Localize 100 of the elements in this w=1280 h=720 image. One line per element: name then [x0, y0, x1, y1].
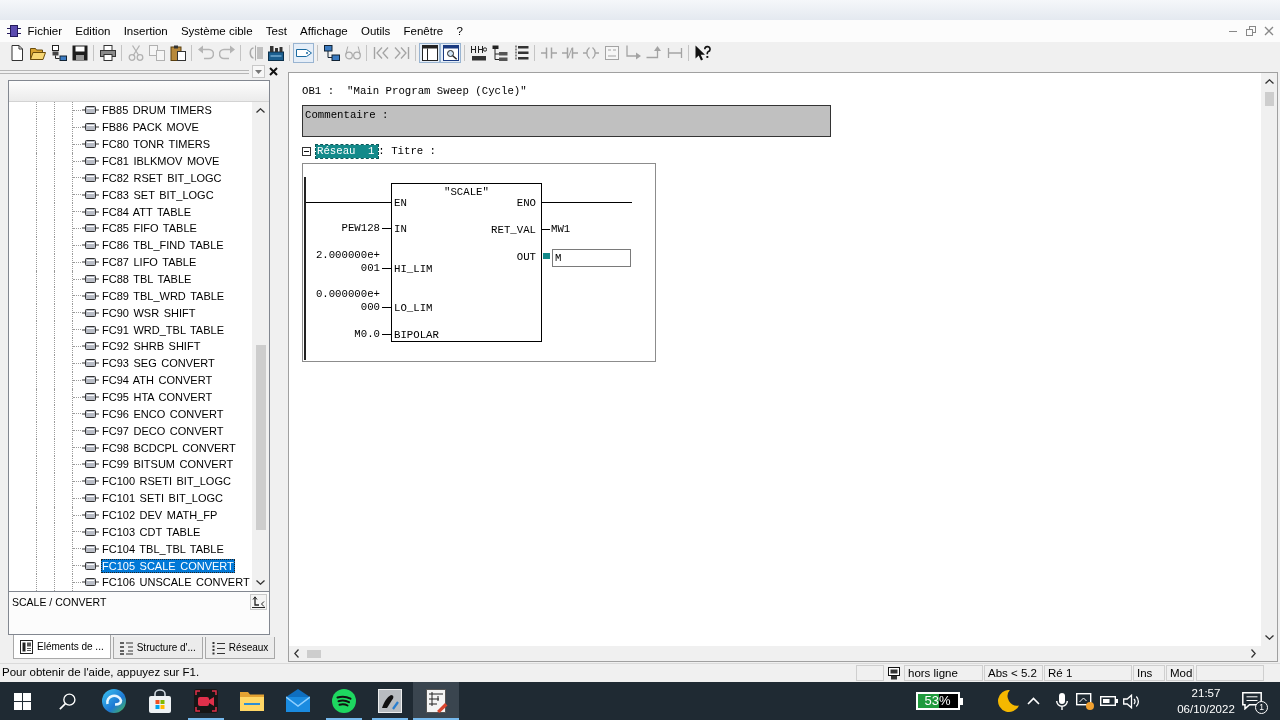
new-file-icon — [8, 44, 25, 61]
function-block-icon — [82, 510, 99, 521]
catalog-item[interactable]: FC98 BCDCPL CONVERT — [101, 440, 237, 455]
catalog-item[interactable]: FC83 SET BIT_LOGC — [101, 187, 215, 202]
operand-value: 0.000000e+000 — [315, 288, 380, 314]
scroll-right-icon[interactable] — [1251, 649, 1256, 658]
panel-tab[interactable]: Eléments de ... — [13, 635, 111, 659]
catalog-item[interactable]: FC93 SEG CONVERT — [101, 356, 216, 371]
scroll-down-icon[interactable] — [256, 580, 265, 585]
status-pane: Mod — [1166, 665, 1194, 681]
chevron-up-icon[interactable] — [1026, 697, 1040, 705]
catalog-item[interactable]: FB85 DRUM TIMERS — [101, 103, 213, 118]
menu-item[interactable]: Edition — [68, 21, 118, 41]
catalog-item[interactable]: FC103 CDT TABLE — [101, 524, 202, 539]
menu-item[interactable]: Insertion — [117, 21, 175, 41]
jump-button[interactable] — [250, 594, 267, 610]
catalog-item[interactable]: FC92 SHRB SHIFT — [101, 339, 202, 354]
network-label[interactable]: Réseau 1 — [316, 145, 379, 158]
comment-box[interactable]: Commentaire : — [302, 105, 831, 137]
catalog-item[interactable]: FC84 ATT TABLE — [101, 204, 192, 219]
menu-item[interactable]: Outils — [354, 21, 397, 41]
scrollbar-thumb[interactable] — [307, 649, 321, 658]
shopping-bag-icon — [148, 689, 172, 713]
window-zoom-button[interactable] — [440, 42, 461, 63]
catalog-item[interactable]: FC97 DECO CONVERT — [101, 423, 225, 438]
panel-menu-button[interactable] — [252, 65, 265, 78]
monitor-badge-icon[interactable] — [1076, 692, 1094, 710]
microphone-icon[interactable] — [1056, 692, 1068, 710]
menu-item[interactable]: Fichier — [21, 21, 69, 41]
scroll-down-icon[interactable] — [1264, 635, 1274, 640]
function-block-icon — [82, 425, 99, 436]
notification-icon[interactable] — [1242, 692, 1262, 710]
close-button[interactable] — [1264, 26, 1274, 36]
scrollbar[interactable] — [289, 646, 1261, 661]
catalog-item[interactable]: FC101 SETI BIT_LOGC — [101, 491, 224, 506]
scroll-up-icon[interactable] — [256, 108, 265, 113]
coil-icon — [582, 44, 599, 61]
block-name: "SCALE" — [443, 185, 490, 199]
clock-date[interactable]: 06/10/2022 — [1177, 701, 1235, 717]
scrollbar[interactable] — [1261, 73, 1277, 646]
operand-field[interactable]: M — [552, 249, 631, 267]
network-computers-button[interactable] — [321, 42, 342, 63]
panel-tab[interactable]: Structure d'... — [112, 637, 203, 659]
catalog-item[interactable]: FC100 RSETI BIT_LOGC — [101, 474, 232, 489]
menu-item[interactable]: ? — [449, 21, 470, 41]
scrollbar-thumb[interactable] — [255, 345, 266, 530]
printer-button[interactable] — [97, 42, 118, 63]
panel-layout-button[interactable] — [419, 42, 440, 63]
catalog-item[interactable]: FC80 TONR TIMERS — [101, 137, 212, 152]
tag-button[interactable] — [293, 42, 314, 63]
network-nodes-icon — [50, 44, 67, 61]
catalog-item[interactable]: FC86 TBL_FIND TABLE — [101, 238, 225, 253]
scrollbar-thumb[interactable] — [1264, 92, 1274, 106]
catalog-item[interactable]: FB86 PACK MOVE — [101, 120, 200, 135]
catalog-item[interactable]: FC85 FIFO TABLE — [101, 221, 198, 236]
wire — [382, 228, 391, 229]
catalog-item[interactable]: FC89 TBL_WRD TABLE — [101, 288, 226, 303]
catalog-item[interactable]: FC90 WSR SHIFT — [101, 305, 197, 320]
pin-label: EN — [394, 196, 407, 210]
status-pane: Abs < 5.2 — [984, 665, 1043, 681]
function-block-icon — [82, 223, 99, 234]
catalog-item[interactable]: FC99 BITSUM CONVERT — [101, 457, 235, 472]
menu-item[interactable]: Affichage — [293, 21, 355, 41]
menu-item[interactable]: Test — [259, 21, 294, 41]
catalog-item[interactable]: FC88 TBL TABLE — [101, 272, 193, 286]
block-icon[interactable] — [7, 25, 21, 37]
battery-icon[interactable] — [1100, 696, 1118, 706]
collapse-icon[interactable] — [302, 147, 311, 156]
catalog-item[interactable]: FC96 ENCO CONVERT — [101, 406, 225, 421]
menu-item[interactable]: Système cible — [174, 21, 260, 41]
function-block-icon — [82, 274, 99, 284]
catalog-item[interactable]: FC81 IBLKMOV MOVE — [101, 154, 221, 168]
scrollbar[interactable] — [252, 102, 269, 591]
catalog-item[interactable]: FC94 ATH CONVERT — [101, 373, 214, 388]
operand-value: 2.000000e+001 — [315, 248, 380, 275]
menu-item[interactable]: Fenêtre — [396, 21, 450, 41]
undo-arrow-icon — [197, 44, 214, 61]
status-pane: Ré 1 — [1044, 665, 1132, 681]
redo-arrow-icon — [218, 44, 235, 61]
catalog-item[interactable]: FC87 LIFO TABLE — [101, 255, 198, 270]
function-block-icon — [82, 324, 99, 335]
catalog-item[interactable]: FC106 UNSCALE CONVERT — [101, 575, 251, 590]
catalog-item[interactable]: FC82 RSET BIT_LOGC — [101, 170, 223, 185]
function-block-icon — [82, 358, 99, 369]
pin-label: HI_LIM — [394, 262, 433, 276]
scroll-left-icon[interactable] — [294, 649, 299, 658]
catalog-item[interactable]: FC104 TBL_TBL TABLE — [101, 541, 225, 556]
taskbar-app[interactable] — [413, 682, 459, 720]
restore-button[interactable] — [1246, 26, 1256, 36]
panel-tab[interactable]: Réseaux — [204, 637, 276, 659]
panel-close-button[interactable] — [267, 65, 279, 78]
catalog-item[interactable]: FC91 WRD_TBL TABLE — [101, 322, 225, 337]
clock-time[interactable]: 21:57 — [1191, 685, 1221, 701]
catalog-item[interactable]: FC102 DEV MATH_FP — [101, 508, 219, 523]
function-block[interactable]: "SCALE" EN IN HI_LIM LO_LIM BIPOLAR ENO RET_VAL OUT — [391, 183, 542, 342]
scroll-up-icon[interactable] — [1264, 79, 1274, 84]
catalog-item[interactable]: FC95 HTA CONVERT — [101, 390, 214, 405]
speaker-icon[interactable] — [1122, 693, 1140, 709]
catalog-item[interactable]: FC105 SCALE CONVERT — [101, 558, 235, 573]
moon-icon[interactable] — [996, 690, 1019, 712]
